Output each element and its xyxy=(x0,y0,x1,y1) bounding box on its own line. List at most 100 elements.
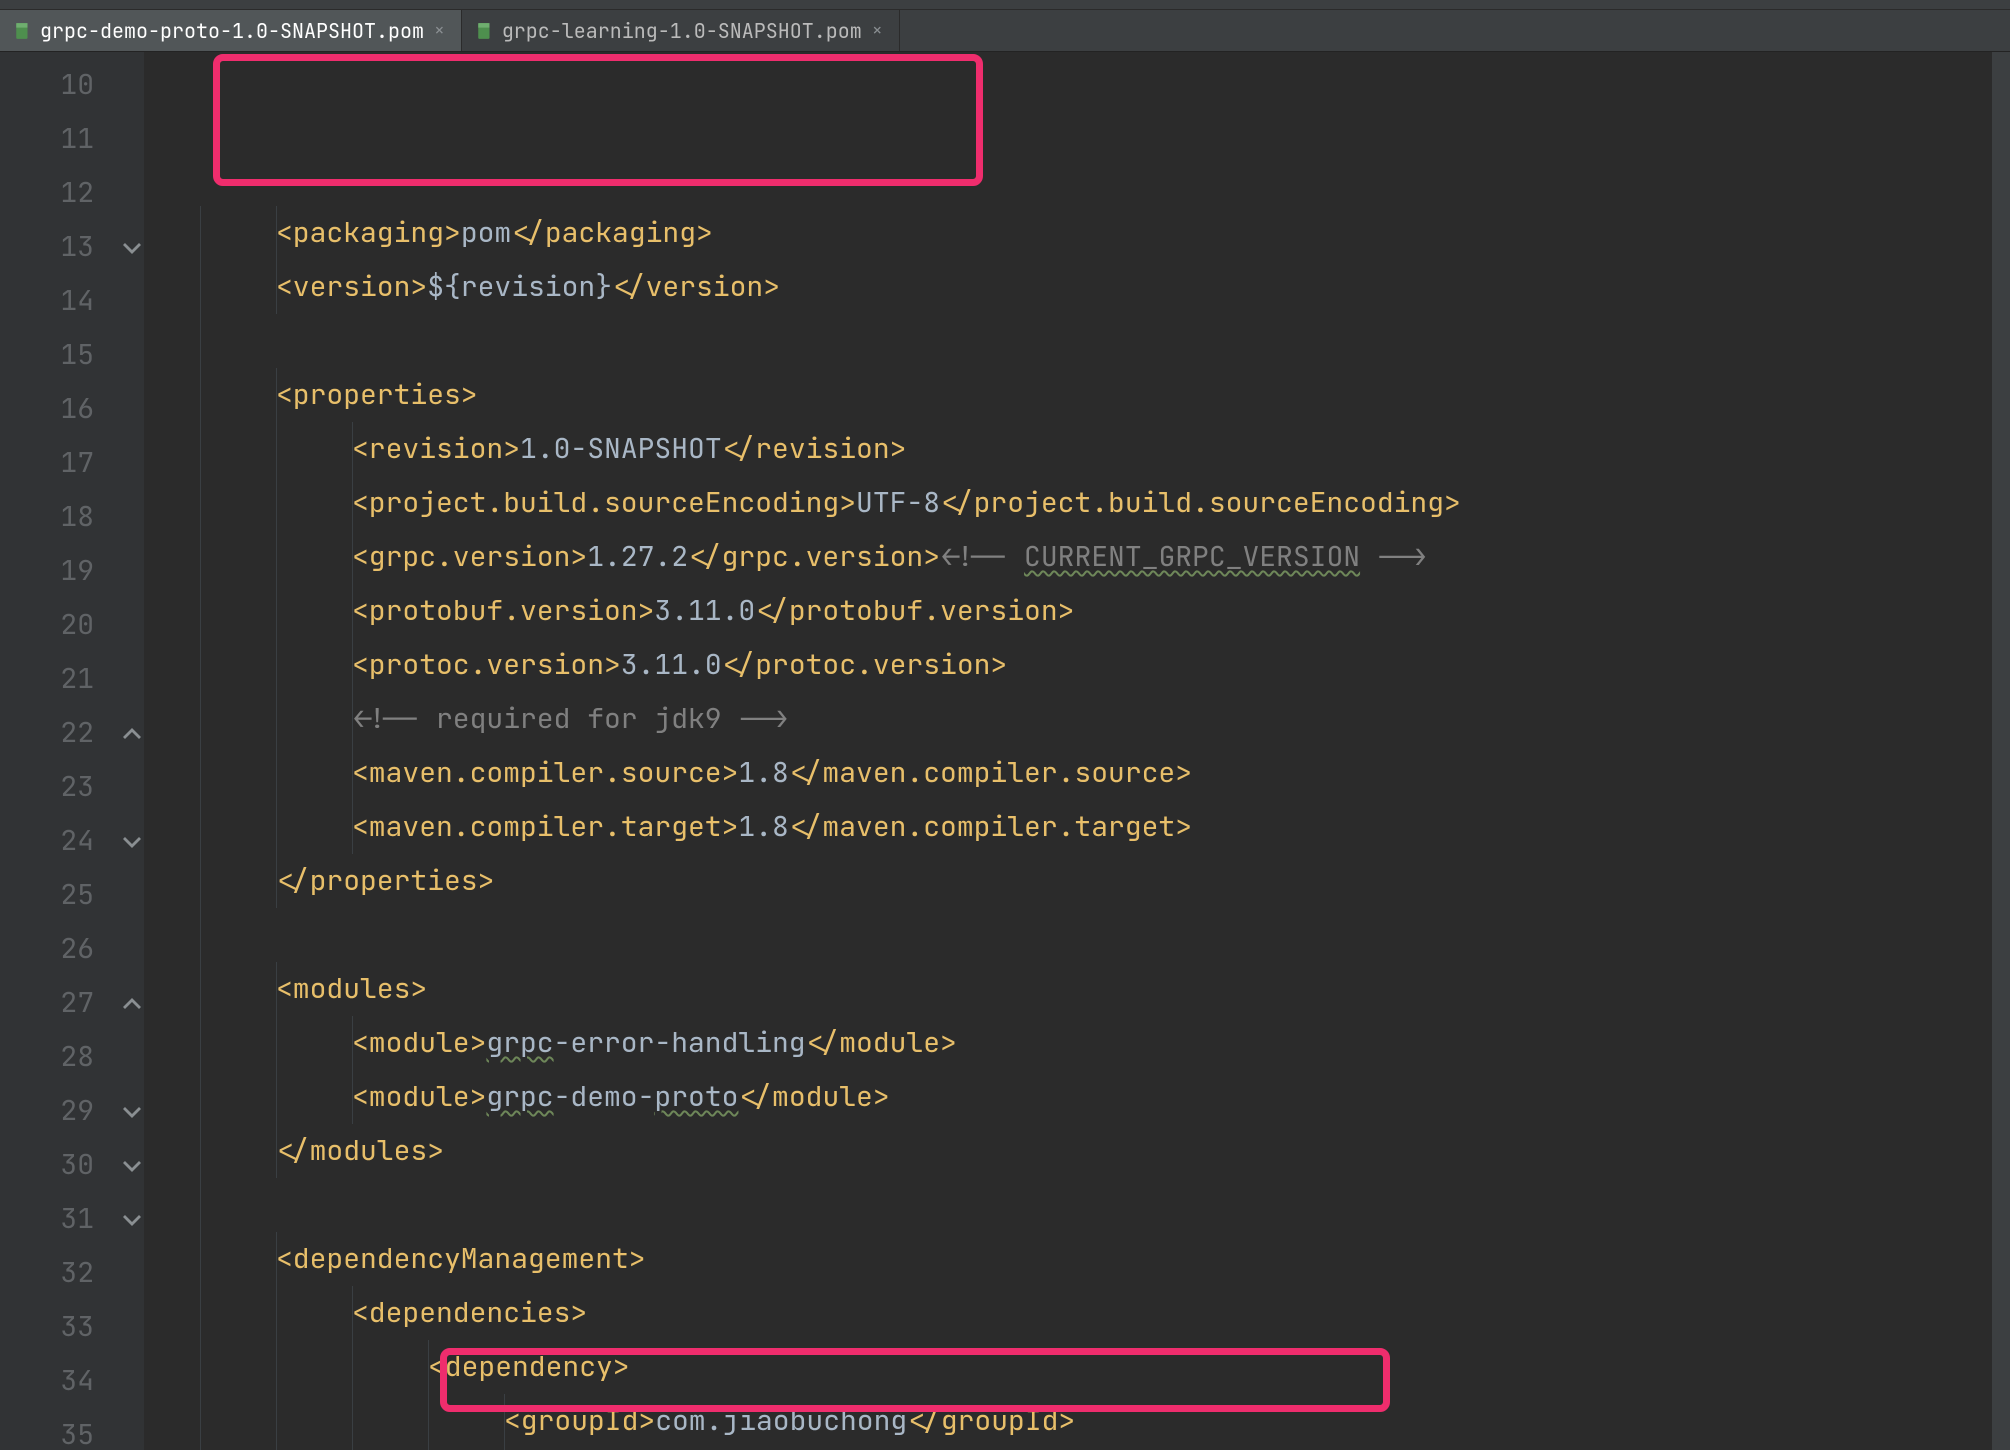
indent-guide xyxy=(200,1232,201,1286)
indent-guide xyxy=(200,422,201,476)
xml-tag: </protoc.version> xyxy=(722,646,1008,683)
xml-tag: <project.build.sourceEncoding> xyxy=(352,484,856,521)
xml-tag: </packaging> xyxy=(511,214,713,251)
line-number: 35 xyxy=(0,1408,94,1450)
code-line[interactable]: </properties> xyxy=(144,854,1992,908)
indent-guide xyxy=(276,1340,277,1394)
editor-tab-1[interactable]: grpc-learning-1.0-SNAPSHOT.pom× xyxy=(462,10,900,51)
xml-comment: <!-- xyxy=(940,538,1024,575)
code-line[interactable]: <modules> xyxy=(144,962,1992,1016)
xml-text: grpc xyxy=(486,1024,553,1061)
xml-tag: </maven.compiler.target> xyxy=(789,808,1192,845)
code-line[interactable]: <version>${revision}</version> xyxy=(144,260,1992,314)
indent-guide xyxy=(352,1394,353,1448)
xml-tag: </protobuf.version> xyxy=(755,592,1074,629)
code-line[interactable]: <maven.compiler.target>1.8</maven.compil… xyxy=(144,800,1992,854)
code-line[interactable]: <!-- required for jdk9 --> xyxy=(144,692,1992,746)
editor-tabs: grpc-demo-proto-1.0-SNAPSHOT.pom×grpc-le… xyxy=(0,10,2010,52)
xml-comment: --> xyxy=(1360,538,1427,575)
line-number: 17 xyxy=(0,436,94,490)
line-number: 29 xyxy=(0,1084,94,1138)
code-line[interactable]: <protoc.version>3.11.0</protoc.version> xyxy=(144,638,1992,692)
fold-expand-icon[interactable] xyxy=(122,1102,142,1122)
indent-guide xyxy=(352,1070,353,1124)
close-icon[interactable]: × xyxy=(870,19,885,42)
indent-guide xyxy=(352,1286,353,1340)
code-area[interactable]: <packaging>pom</packaging><version>${rev… xyxy=(144,52,1992,1450)
indent-guide xyxy=(276,476,277,530)
indent-guide xyxy=(352,746,353,800)
code-line[interactable]: <dependencyManagement> xyxy=(144,1232,1992,1286)
indent-guide xyxy=(200,530,201,584)
fold-expand-icon[interactable] xyxy=(122,1210,142,1230)
code-line[interactable]: <dependencies> xyxy=(144,1286,1992,1340)
code-line[interactable]: <dependency> xyxy=(144,1340,1992,1394)
fold-strip xyxy=(120,52,144,1450)
code-line[interactable] xyxy=(144,1178,1992,1232)
annotation-box-top xyxy=(213,54,983,186)
xml-text: -demo- xyxy=(554,1078,655,1115)
xml-text: 3.11.0 xyxy=(621,646,722,683)
code-line[interactable] xyxy=(144,908,1992,962)
indent-guide xyxy=(276,260,277,314)
indent-guide xyxy=(352,800,353,854)
line-number: 27 xyxy=(0,976,94,1030)
indent-guide xyxy=(276,692,277,746)
code-line[interactable]: <grpc.version>1.27.2</grpc.version><!-- … xyxy=(144,530,1992,584)
indent-guide xyxy=(276,422,277,476)
xml-text: pom xyxy=(461,214,511,251)
xml-tag: </module> xyxy=(738,1078,889,1115)
indent-guide xyxy=(200,1070,201,1124)
xml-tag: <maven.compiler.target> xyxy=(352,808,738,845)
code-line[interactable]: <packaging>pom</packaging> xyxy=(144,206,1992,260)
fold-expand-icon[interactable] xyxy=(122,238,142,258)
file-icon xyxy=(476,22,494,40)
line-number: 12 xyxy=(0,166,94,220)
editor-tab-0[interactable]: grpc-demo-proto-1.0-SNAPSHOT.pom× xyxy=(0,10,462,51)
line-number: 26 xyxy=(0,922,94,976)
indent-guide xyxy=(352,476,353,530)
xml-tag: <packaging> xyxy=(276,214,461,251)
code-line[interactable] xyxy=(144,314,1992,368)
indent-guide xyxy=(276,206,277,260)
fold-expand-icon[interactable] xyxy=(122,832,142,852)
indent-guide xyxy=(200,1178,201,1232)
xml-tag: <revision> xyxy=(352,430,520,467)
indent-guide xyxy=(352,530,353,584)
xml-tag: </groupId> xyxy=(907,1402,1075,1439)
indent-guide xyxy=(352,692,353,746)
indent-guide xyxy=(200,638,201,692)
indent-guide xyxy=(276,800,277,854)
fold-collapse-icon[interactable] xyxy=(122,994,142,1014)
code-line[interactable]: <module>grpc-demo-proto</module> xyxy=(144,1070,1992,1124)
xml-tag: <version> xyxy=(276,268,427,305)
vertical-scrollbar[interactable] xyxy=(1992,52,2010,1450)
code-line[interactable]: <project.build.sourceEncoding>UTF-8</pro… xyxy=(144,476,1992,530)
code-line[interactable]: <groupId>com.jiaobuchong</groupId> xyxy=(144,1394,1992,1448)
indent-guide xyxy=(200,260,201,314)
line-number: 19 xyxy=(0,544,94,598)
code-line[interactable]: <maven.compiler.source>1.8</maven.compil… xyxy=(144,746,1992,800)
fold-collapse-icon[interactable] xyxy=(122,724,142,744)
indent-guide xyxy=(200,206,201,260)
xml-tag: </properties> xyxy=(276,862,494,899)
indent-guide xyxy=(276,1232,277,1286)
fold-expand-icon[interactable] xyxy=(122,1156,142,1176)
line-number: 15 xyxy=(0,328,94,382)
code-line[interactable]: </modules> xyxy=(144,1124,1992,1178)
indent-guide xyxy=(276,1016,277,1070)
code-line[interactable]: <protobuf.version>3.11.0</protobuf.versi… xyxy=(144,584,1992,638)
xml-text: 1.8 xyxy=(738,808,788,845)
close-icon[interactable]: × xyxy=(432,19,447,42)
indent-guide xyxy=(352,422,353,476)
toolbar-strip xyxy=(0,0,2010,10)
indent-guide xyxy=(200,746,201,800)
line-number: 18 xyxy=(0,490,94,544)
code-line[interactable]: <properties> xyxy=(144,368,1992,422)
line-number: 11 xyxy=(0,112,94,166)
code-line[interactable]: <module>grpc-error-handling</module> xyxy=(144,1016,1992,1070)
indent-guide xyxy=(428,1394,429,1448)
code-line[interactable]: <revision>1.0-SNAPSHOT</revision> xyxy=(144,422,1992,476)
line-number: 20 xyxy=(0,598,94,652)
xml-text: 1.8 xyxy=(738,754,788,791)
